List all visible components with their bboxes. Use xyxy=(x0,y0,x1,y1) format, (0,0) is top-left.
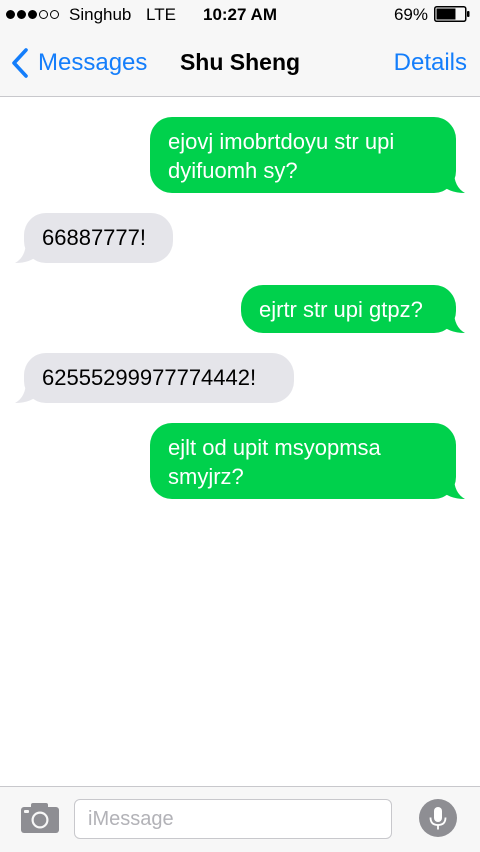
message-text: ejlt od upit msyopmsa smyjrz? xyxy=(168,435,381,489)
back-button[interactable]: Messages xyxy=(10,46,147,80)
message-bubble-sent[interactable]: ejlt od upit msyopmsa smyjrz? xyxy=(150,423,456,499)
message-input[interactable] xyxy=(74,799,392,839)
message-bubble-sent[interactable]: ejovj imobrtdoyu str upi dyifuomh sy? xyxy=(150,117,456,193)
message-text: 66887777! xyxy=(42,225,146,250)
message-bubble-received[interactable]: 66887777! xyxy=(24,213,173,263)
compose-bar xyxy=(0,786,480,852)
message-bubble-received[interactable]: 62555299977774442! xyxy=(24,353,294,403)
message-bubble-sent[interactable]: ejrtr str upi gtpz? xyxy=(241,285,456,333)
camera-icon[interactable] xyxy=(19,801,61,835)
message-text: ejovj imobrtdoyu str upi dyifuomh sy? xyxy=(168,129,395,183)
chevron-left-icon xyxy=(12,48,28,78)
battery-icon xyxy=(434,6,470,22)
details-button[interactable]: Details xyxy=(394,49,467,77)
back-button-label: Messages xyxy=(38,49,148,76)
microphone-icon xyxy=(429,807,447,830)
microphone-button[interactable] xyxy=(419,799,457,837)
messages-screen: Singhub LTE 10:27 AM 69% Messages Shu Sh… xyxy=(0,0,480,852)
battery-percentage: 69% xyxy=(393,5,428,24)
navigation-bar: Messages Shu Sheng Details xyxy=(0,30,480,97)
message-text: ejrtr str upi gtpz? xyxy=(259,297,423,322)
message-text: 62555299977774442! xyxy=(42,365,257,390)
status-bar: Singhub LTE 10:27 AM 69% xyxy=(0,0,480,30)
